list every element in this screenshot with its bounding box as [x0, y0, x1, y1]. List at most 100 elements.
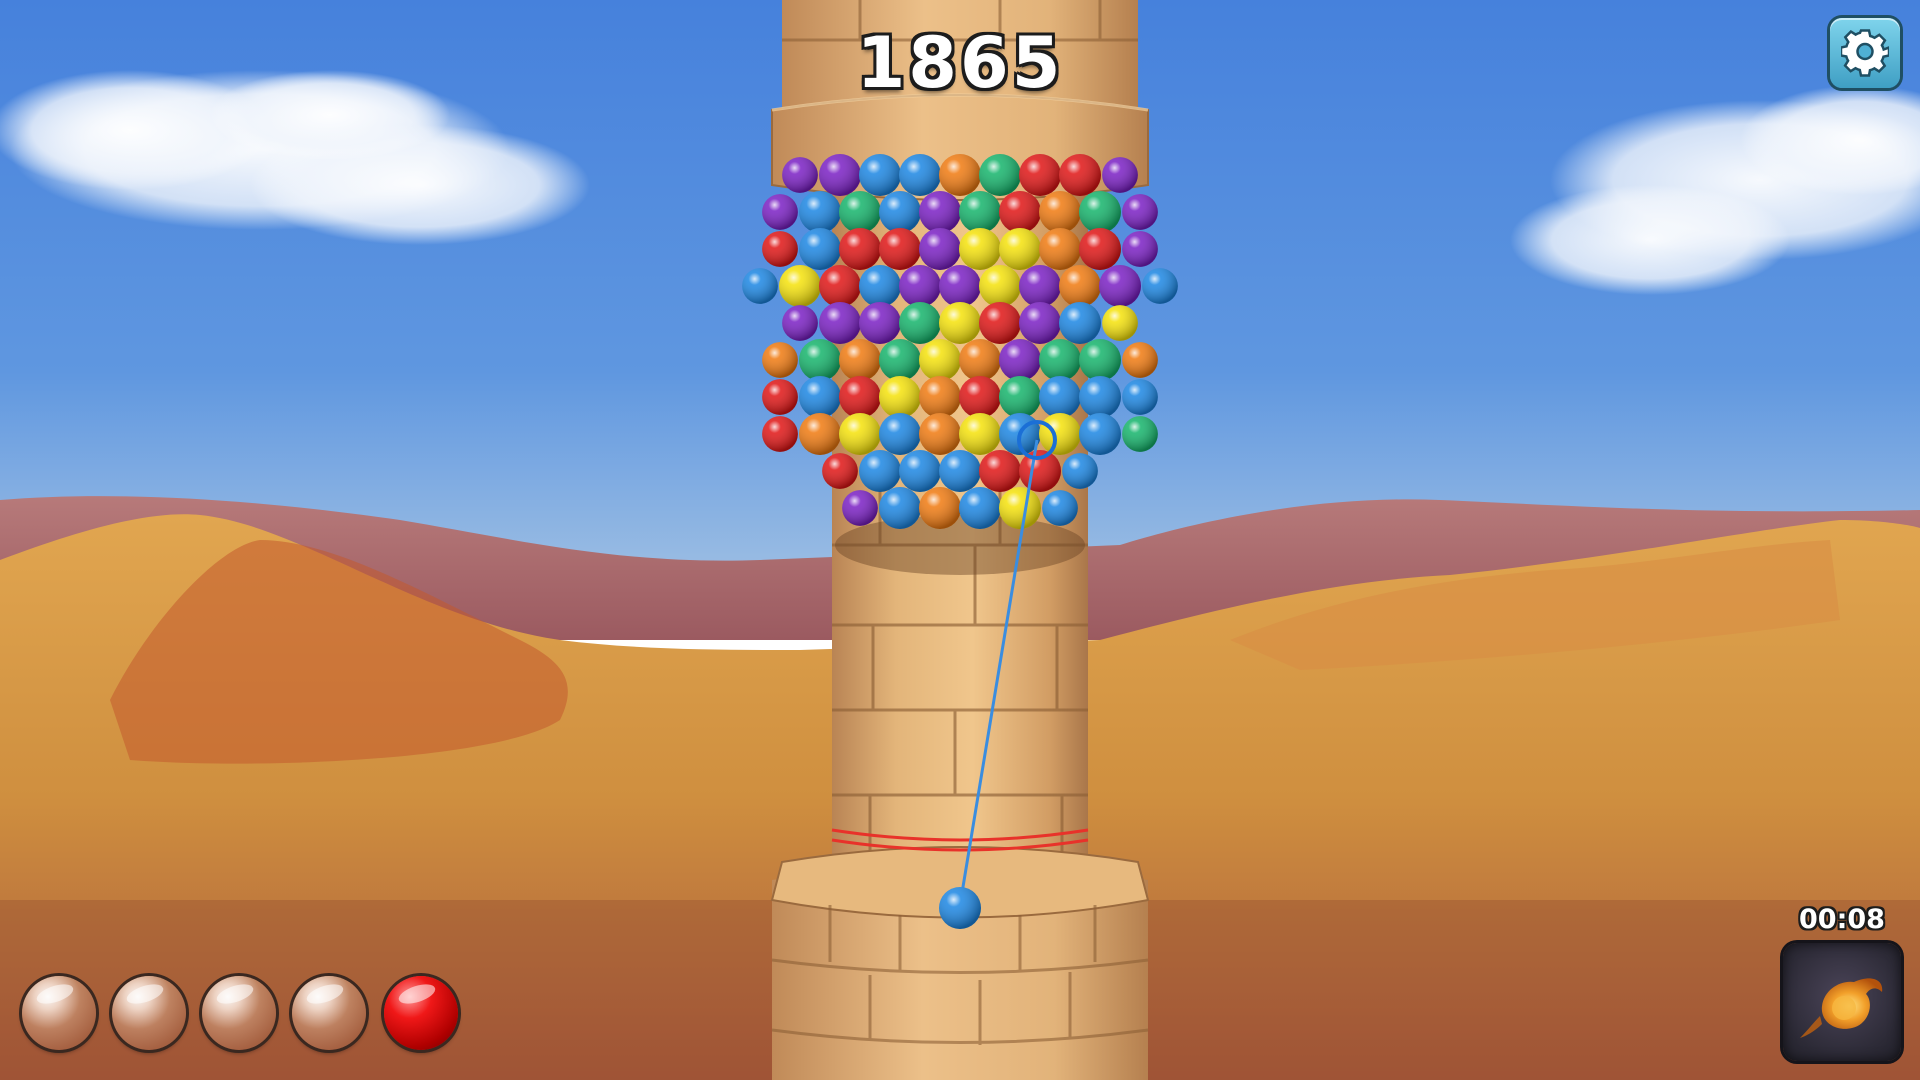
tower-ball-blue — [1039, 376, 1081, 418]
tower-ball-blue — [899, 450, 941, 492]
tower-ball-yellow — [1039, 413, 1081, 455]
tower-ball-yellow — [839, 413, 881, 455]
ammo-slot-2 — [112, 976, 186, 1050]
tower-ball-yellow — [779, 265, 821, 307]
tower-ball-red — [822, 453, 858, 489]
ammo-slot-1 — [22, 976, 96, 1050]
tower-ball-yellow — [1102, 305, 1138, 341]
tower-ball-blue — [1122, 379, 1158, 415]
tower-ball-red — [979, 302, 1021, 344]
tower-ball-green — [879, 339, 921, 381]
tower-ball-blue — [1079, 413, 1121, 455]
tower-ball-red — [999, 191, 1041, 233]
tower-ball-red — [762, 379, 798, 415]
tower-ball-blue — [859, 450, 901, 492]
tower-ball-orange — [799, 413, 841, 455]
score-display: 1865 — [856, 22, 1064, 104]
tower-ball-purple — [939, 265, 981, 307]
tower-ball-yellow — [999, 487, 1041, 529]
tower-ball-yellow — [999, 228, 1041, 270]
tower-ball-green — [959, 191, 1001, 233]
tower-ball-purple — [919, 228, 961, 270]
tower-ball-orange — [919, 413, 961, 455]
tower-ball-purple — [1099, 265, 1141, 307]
tower-ball-yellow — [919, 339, 961, 381]
tower-ball-blue — [799, 376, 841, 418]
tower-ball-blue — [1059, 302, 1101, 344]
game-viewport[interactable]: 1865 00:08 — [0, 0, 1920, 1080]
tower-ball-green — [839, 191, 881, 233]
tower-ball-purple — [919, 191, 961, 233]
tower-ball-purple — [859, 302, 901, 344]
tower-ball-red — [762, 231, 798, 267]
tower-ball-purple — [899, 265, 941, 307]
fireball-powerup-button[interactable] — [1783, 943, 1901, 1061]
tower-ball-yellow — [879, 376, 921, 418]
tower-ball-yellow — [959, 413, 1001, 455]
tower-ball-purple — [999, 339, 1041, 381]
tower-ball-blue — [1062, 453, 1098, 489]
tower-ball-blue — [799, 191, 841, 233]
tower-ball-yellow — [979, 265, 1021, 307]
tower-ball-purple — [1122, 231, 1158, 267]
tower-ball-purple — [1102, 157, 1138, 193]
tower-ball-orange — [1039, 191, 1081, 233]
tower-ball-green — [1079, 191, 1121, 233]
tower-ball-orange — [839, 339, 881, 381]
tower-ball-orange — [1122, 342, 1158, 378]
tower-ball-green — [1122, 416, 1158, 452]
tower-ball-orange — [1059, 265, 1101, 307]
tower-ball-purple — [782, 157, 818, 193]
tower-ball-red — [879, 228, 921, 270]
tower-ball-purple — [1122, 194, 1158, 230]
fireball-icon — [1800, 978, 1883, 1038]
tower-ball-purple — [1019, 265, 1061, 307]
tower-ball-green — [979, 154, 1021, 196]
tower-ball-yellow — [959, 228, 1001, 270]
tower-ball-red — [1059, 154, 1101, 196]
settings-button[interactable] — [1830, 18, 1900, 88]
gear-icon — [1841, 29, 1889, 77]
tower-ball-purple — [782, 305, 818, 341]
tower-ball-purple — [762, 194, 798, 230]
tower-ball-red — [959, 376, 1001, 418]
tower-ball-orange — [939, 154, 981, 196]
tower-ball-purple — [1019, 302, 1061, 344]
tower-ball-green — [1039, 339, 1081, 381]
tower-ball-red — [839, 376, 881, 418]
tower-ball-blue — [879, 191, 921, 233]
tower-ball-red — [819, 265, 861, 307]
tower-ball-blue — [879, 413, 921, 455]
tower-ball-orange — [959, 339, 1001, 381]
tower-ball-blue — [959, 487, 1001, 529]
tower-ball-green — [1079, 339, 1121, 381]
game-scene[interactable] — [0, 0, 1920, 1080]
tower-ball-green — [799, 339, 841, 381]
ammo-slot-4 — [292, 976, 366, 1050]
tower-ball-blue — [799, 228, 841, 270]
shooter-ball[interactable] — [939, 887, 981, 929]
tower-ball-purple — [842, 490, 878, 526]
ammo-slot-5-red-ball[interactable] — [384, 976, 458, 1050]
tower-ball-red — [839, 228, 881, 270]
tower-ball-orange — [919, 487, 961, 529]
tower-ball-red — [1079, 228, 1121, 270]
tower-ball-yellow — [939, 302, 981, 344]
tower-ball-blue — [859, 265, 901, 307]
tower-ball-purple — [819, 302, 861, 344]
tower-ball-green — [999, 376, 1041, 418]
ammo-slot-3 — [202, 976, 276, 1050]
tower-ball-red — [762, 416, 798, 452]
tower-ball-orange — [1039, 228, 1081, 270]
tower-ball-red — [979, 450, 1021, 492]
tower-ball-blue — [742, 268, 778, 304]
tower-ball-blue — [1142, 268, 1178, 304]
tower-ball-orange — [919, 376, 961, 418]
tower-ball-blue — [1079, 376, 1121, 418]
tower-ball-blue — [1042, 490, 1078, 526]
tower-ball-blue — [879, 487, 921, 529]
tower-ball-red — [1019, 154, 1061, 196]
tower-ball-blue — [899, 154, 941, 196]
tower-ball-purple — [819, 154, 861, 196]
tower-ball-blue — [859, 154, 901, 196]
